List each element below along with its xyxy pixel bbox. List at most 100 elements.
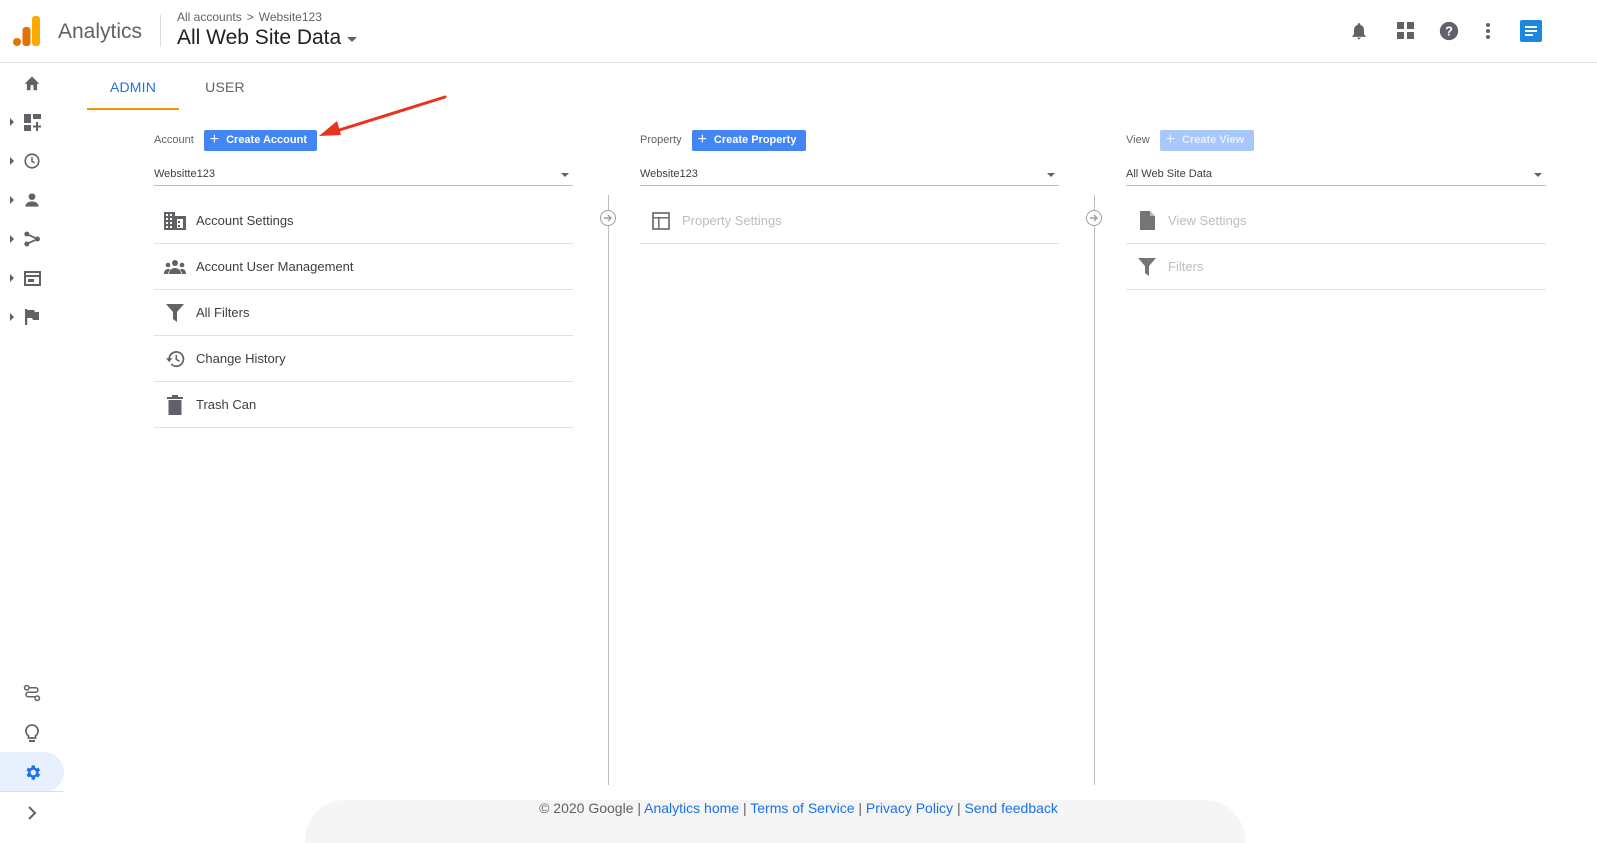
dropdown-arrow-icon <box>561 173 569 177</box>
property-label: Property <box>640 134 682 146</box>
breadcrumb[interactable]: All accounts > Website123 <box>177 10 322 24</box>
view-filters-item[interactable]: Filters <box>1126 244 1546 290</box>
brand-name: Analytics <box>58 20 143 43</box>
tab-user[interactable]: USER <box>179 64 271 110</box>
expand-arrow-icon <box>10 196 14 204</box>
copyright: © 2020 Google <box>539 800 634 816</box>
nav-audience[interactable] <box>0 180 64 220</box>
people-icon <box>154 259 196 274</box>
footer: © 2020 Google | Analytics home | Terms o… <box>0 800 1597 816</box>
filter-icon <box>1126 257 1168 276</box>
nav-realtime[interactable] <box>0 141 64 181</box>
account-settings-label: Account Settings <box>196 213 294 228</box>
chevron-right-icon: > <box>246 10 254 24</box>
nav-attribution[interactable] <box>0 673 64 713</box>
trash-icon <box>154 394 196 415</box>
top-bar: Analytics All accounts > Website123 All … <box>0 0 1597 63</box>
nav-behavior[interactable] <box>0 258 64 298</box>
document-icon <box>1126 211 1168 230</box>
nav-home[interactable] <box>0 63 64 103</box>
trash-can-label: Trash Can <box>196 397 257 412</box>
create-property-button[interactable]: + Create Property <box>691 129 807 151</box>
clock-icon <box>24 153 40 169</box>
column-separator <box>1094 195 1095 785</box>
header-divider <box>160 15 161 47</box>
property-header: Property + Create Property <box>640 128 1059 152</box>
analytics-logo-icon[interactable] <box>13 16 41 46</box>
help-icon[interactable]: ? <box>1438 20 1460 42</box>
behavior-icon <box>23 270 41 286</box>
left-navigation <box>0 63 64 843</box>
admin-tabs: ADMIN USER <box>87 64 271 110</box>
account-label: Account <box>154 134 194 146</box>
property-settings-item[interactable]: Property Settings <box>640 198 1059 244</box>
change-history-label: Change History <box>196 351 286 366</box>
create-account-button[interactable]: + Create Account <box>203 129 317 151</box>
expand-arrow-icon <box>10 313 14 321</box>
account-selector[interactable]: Websitte123 <box>154 162 573 186</box>
account-selected: Websitte123 <box>154 167 215 180</box>
dashboard-icon <box>23 113 41 131</box>
filter-icon <box>154 303 196 322</box>
attribution-icon <box>23 684 41 702</box>
nav-divider <box>0 791 64 792</box>
footer-separator: | <box>858 800 863 816</box>
nav-customization[interactable] <box>0 102 64 142</box>
property-column: Property + Create Property Website123 Pr… <box>640 128 1059 244</box>
flag-icon <box>25 309 39 325</box>
notifications-icon[interactable] <box>1348 20 1370 42</box>
account-avatar-icon[interactable] <box>1520 20 1542 42</box>
annotation-arrow-icon <box>319 95 447 136</box>
footer-separator: | <box>742 800 747 816</box>
view-title: All Web Site Data <box>177 26 342 49</box>
acquisition-icon <box>23 231 40 247</box>
all-filters-item[interactable]: All Filters <box>154 290 573 336</box>
view-column: View + Create View All Web Site Data Vie… <box>1126 128 1546 290</box>
gear-icon <box>25 764 40 780</box>
view-selected: All Web Site Data <box>1126 167 1213 180</box>
view-filters-label: Filters <box>1168 259 1204 274</box>
plus-icon: + <box>1165 131 1175 148</box>
breadcrumb-account[interactable]: Website123 <box>259 10 322 24</box>
nav-discover[interactable] <box>0 713 64 753</box>
tab-admin[interactable]: ADMIN <box>87 64 179 110</box>
footer-separator: | <box>637 800 642 816</box>
create-view-button[interactable]: + Create View <box>1159 129 1255 151</box>
nav-acquisition[interactable] <box>0 219 64 259</box>
trash-can-item[interactable]: Trash Can <box>154 382 573 428</box>
more-vert-icon[interactable] <box>1477 20 1499 42</box>
create-view-label: Create View <box>1182 134 1245 146</box>
breadcrumb-all-accounts[interactable]: All accounts <box>177 10 242 24</box>
view-settings-label: View Settings <box>1168 213 1247 228</box>
expand-arrow-icon <box>10 274 14 282</box>
view-selector[interactable]: All Web Site Data <box>1126 162 1546 186</box>
account-user-management-label: Account User Management <box>196 259 354 274</box>
analytics-home-link[interactable]: Analytics home <box>644 800 739 816</box>
view-header: View + Create View <box>1126 128 1546 152</box>
account-user-management-item[interactable]: Account User Management <box>154 244 573 290</box>
account-menu: Account Settings Account User Management… <box>154 198 573 428</box>
property-selector[interactable]: Website123 <box>640 162 1059 186</box>
building-icon <box>154 211 196 230</box>
dropdown-arrow-icon <box>1047 173 1055 177</box>
view-menu: View Settings Filters <box>1126 198 1546 290</box>
apps-grid-icon[interactable] <box>1395 20 1417 42</box>
send-feedback-link[interactable]: Send feedback <box>964 800 1057 816</box>
property-settings-label: Property Settings <box>682 213 782 228</box>
property-selected: Website123 <box>640 167 698 180</box>
nav-admin[interactable] <box>0 752 64 792</box>
history-icon <box>154 350 196 368</box>
svg-text:?: ? <box>1445 24 1453 39</box>
terms-of-service-link[interactable]: Terms of Service <box>750 800 854 816</box>
view-settings-item[interactable]: View Settings <box>1126 198 1546 244</box>
account-settings-item[interactable]: Account Settings <box>154 198 573 244</box>
change-history-item[interactable]: Change History <box>154 336 573 382</box>
expand-arrow-icon <box>10 157 14 165</box>
footer-separator: | <box>956 800 961 816</box>
arrow-right-circle-icon <box>600 210 616 226</box>
dropdown-arrow-icon <box>1534 173 1542 177</box>
create-account-label: Create Account <box>226 134 307 146</box>
nav-conversions[interactable] <box>0 297 64 337</box>
view-selector[interactable]: All Web Site Data <box>177 26 358 50</box>
privacy-policy-link[interactable]: Privacy Policy <box>866 800 953 816</box>
